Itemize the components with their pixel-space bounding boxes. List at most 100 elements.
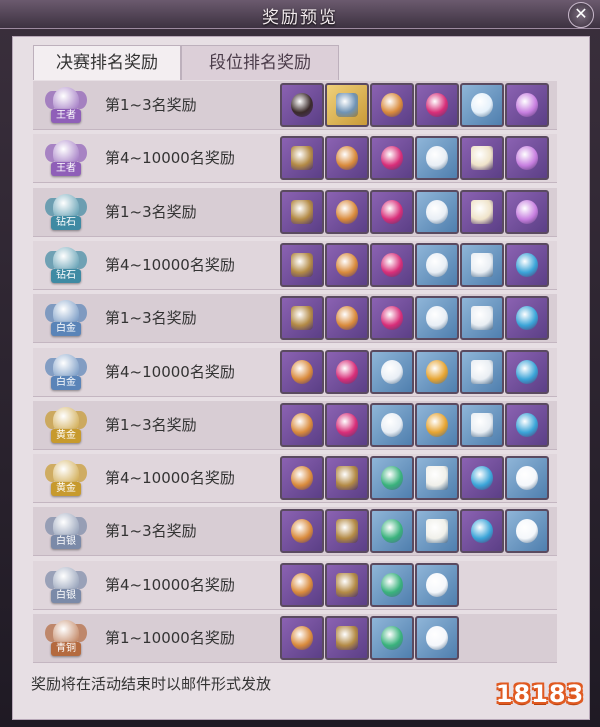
tier-badge-icon: 白银	[45, 563, 87, 607]
reward-item-slot[interactable]	[370, 509, 414, 554]
reward-item-slot[interactable]	[325, 562, 369, 607]
reward-item-slot[interactable]	[370, 402, 414, 447]
reward-item-slot[interactable]	[370, 83, 414, 127]
tier-name: 钻石	[51, 215, 81, 230]
purple-mask-icon	[516, 199, 538, 224]
silver-crystal-icon	[426, 199, 448, 224]
reward-row: 王者 第1~3名奖励	[33, 81, 557, 130]
reward-item-slot[interactable]	[460, 402, 504, 447]
reward-item-slot[interactable]	[460, 242, 504, 287]
gold-pouch-icon	[291, 519, 313, 544]
reward-item-slot[interactable]	[280, 242, 324, 287]
reward-item-slot[interactable]	[460, 509, 504, 554]
reward-item-slot[interactable]	[370, 296, 414, 341]
reward-item-slot[interactable]	[415, 136, 459, 181]
tab-final-ranking[interactable]: 决赛排名奖励	[33, 45, 181, 80]
reward-item-slot[interactable]	[505, 83, 549, 127]
reward-item-slot[interactable]	[505, 509, 549, 554]
reward-row: 白金 第4~10000名奖励	[33, 347, 557, 397]
tab-tier-ranking[interactable]: 段位排名奖励	[181, 45, 339, 80]
tier-badge-icon: 青铜	[45, 616, 87, 660]
reward-item-slot[interactable]	[325, 136, 369, 181]
reward-item-slot[interactable]	[370, 349, 414, 394]
reward-item-slot[interactable]	[280, 402, 324, 447]
rank-range-label: 第1~3名奖励	[105, 522, 197, 541]
tier-badge-icon: 白银	[45, 509, 87, 553]
reward-item-slot[interactable]	[370, 616, 414, 660]
reward-row: 青铜 第1~10000名奖励	[33, 614, 557, 663]
window-title: 奖励预览	[262, 8, 338, 28]
tier-badge-icon: 王者	[45, 136, 87, 180]
reward-item-slot[interactable]	[460, 349, 504, 394]
reward-item-slot[interactable]	[325, 242, 369, 287]
reward-item-slot[interactable]	[415, 83, 459, 127]
reward-row: 白银 第4~10000名奖励	[33, 560, 557, 610]
reward-item-slot[interactable]	[280, 456, 324, 501]
reward-item-slot[interactable]	[460, 456, 504, 501]
reward-item-slot[interactable]	[370, 136, 414, 181]
reward-item-slot[interactable]	[505, 402, 549, 447]
scroll-icon	[471, 199, 493, 224]
reward-item-slot[interactable]	[280, 296, 324, 341]
blue-mask-icon	[516, 359, 538, 384]
close-button[interactable]: ✕	[568, 2, 594, 28]
reward-item-slot[interactable]	[325, 349, 369, 394]
reward-item-slot[interactable]	[415, 402, 459, 447]
reward-item-slot[interactable]	[415, 456, 459, 501]
blue-scroll-icon	[471, 252, 493, 277]
reward-item-slot[interactable]	[505, 456, 549, 501]
reward-item-slot[interactable]	[460, 83, 504, 127]
reward-item-slot[interactable]	[505, 136, 549, 181]
blue-mask-icon	[516, 306, 538, 331]
rank-range-label: 第4~10000名奖励	[105, 255, 235, 274]
reward-item-slot[interactable]	[370, 456, 414, 501]
reward-item-slot[interactable]	[415, 242, 459, 287]
tier-name: 白银	[51, 535, 81, 550]
gold-pouch-icon	[291, 412, 313, 437]
reward-item-slot[interactable]	[415, 616, 459, 660]
reward-item-slot[interactable]	[460, 296, 504, 341]
reward-item-slot[interactable]	[415, 189, 459, 234]
rank-range-label: 第4~10000名奖励	[105, 362, 235, 381]
gold-pouch-icon	[291, 466, 313, 491]
reward-item-slot[interactable]	[280, 616, 324, 660]
gold-chest-icon	[336, 519, 358, 544]
reward-item-slot[interactable]	[325, 402, 369, 447]
reward-row: 黄金 第1~3名奖励	[33, 400, 557, 450]
purple-mask-icon	[516, 146, 538, 171]
reward-item-slot[interactable]	[325, 83, 369, 127]
reward-item-slot[interactable]	[370, 242, 414, 287]
silver-crystal-icon	[381, 359, 403, 384]
reward-item-slot[interactable]	[280, 189, 324, 234]
gold-pouch-icon	[336, 199, 358, 224]
reward-item-slot[interactable]	[415, 562, 459, 607]
reward-item-slot[interactable]	[370, 562, 414, 607]
gold-shard-icon	[426, 359, 448, 384]
reward-panel: 决赛排名奖励 段位排名奖励 王者 第1~3名奖励 王者 第4~10000名奖励 钻石 第1…	[12, 36, 590, 720]
reward-item-slot[interactable]	[460, 136, 504, 181]
tier-name: 王者	[51, 109, 81, 123]
reward-item-slot[interactable]	[505, 189, 549, 234]
reward-item-slot[interactable]	[325, 509, 369, 554]
reward-item-slot[interactable]	[370, 189, 414, 234]
reward-item-slot[interactable]	[325, 189, 369, 234]
armor-portrait-icon	[291, 93, 313, 117]
white-crystal-icon	[426, 572, 448, 597]
reward-item-slot[interactable]	[280, 562, 324, 607]
reward-item-slot[interactable]	[325, 456, 369, 501]
reward-item-slot[interactable]	[415, 509, 459, 554]
reward-item-slot[interactable]	[460, 189, 504, 234]
reward-item-slot[interactable]	[415, 296, 459, 341]
reward-item-slot[interactable]	[280, 509, 324, 554]
scroll-icon	[471, 146, 493, 171]
reward-item-slot[interactable]	[280, 349, 324, 394]
reward-item-slot[interactable]	[505, 242, 549, 287]
reward-item-slot[interactable]	[280, 83, 324, 127]
reward-item-slot[interactable]	[325, 616, 369, 660]
reward-item-slot[interactable]	[505, 296, 549, 341]
reward-item-slot[interactable]	[505, 349, 549, 394]
rank-range-label: 第1~3名奖励	[105, 202, 197, 221]
reward-item-slot[interactable]	[325, 296, 369, 341]
reward-item-slot[interactable]	[280, 136, 324, 181]
reward-item-slot[interactable]	[415, 349, 459, 394]
